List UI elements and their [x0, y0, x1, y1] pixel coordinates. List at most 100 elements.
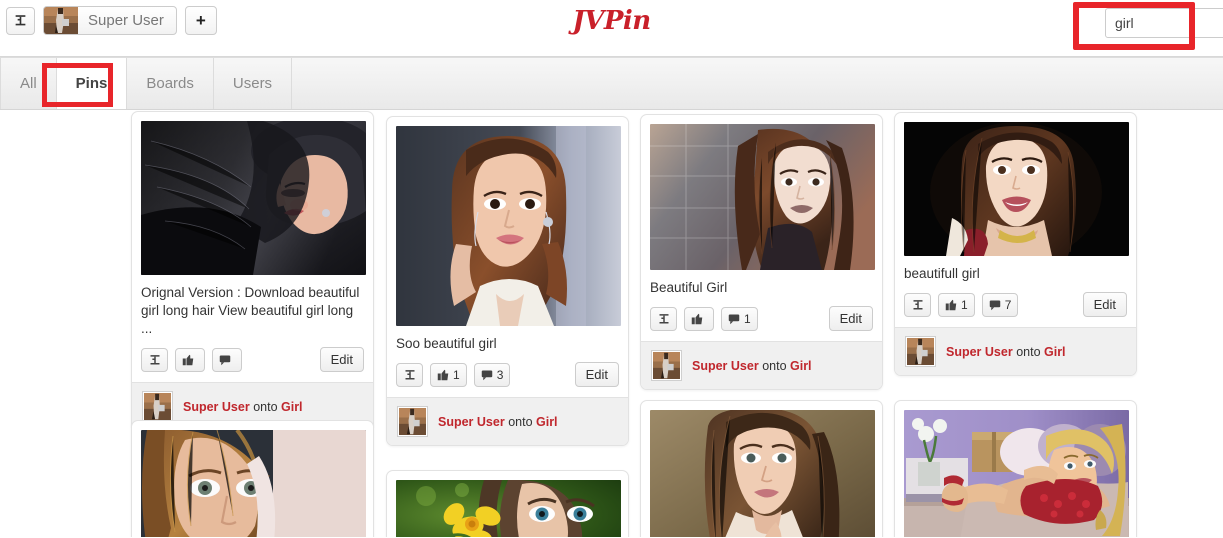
pin-actions: 1 Edit: [650, 297, 873, 341]
pin-board-name[interactable]: Girl: [281, 400, 303, 414]
pin-image[interactable]: [396, 126, 621, 326]
pin-image[interactable]: [396, 480, 621, 537]
user-menu-button[interactable]: Super User: [43, 6, 177, 35]
comment-button[interactable]: 1: [721, 306, 758, 331]
pin-attribution: Super User onto Girl: [183, 400, 303, 414]
pin-card-body: [895, 401, 1136, 537]
pin-author[interactable]: Super User: [692, 359, 759, 373]
pin-title: beautifull girl: [904, 266, 980, 281]
comment-count: 3: [496, 367, 504, 382]
thumbs-up-icon: [437, 369, 449, 381]
edit-button[interactable]: Edit: [1082, 292, 1127, 317]
thumbs-up-icon: [945, 299, 957, 311]
pushpin-icon: [658, 313, 670, 325]
pin-card[interactable]: [386, 470, 629, 537]
pin-actions: 1 3 Edit: [396, 353, 619, 397]
tab-users[interactable]: Users: [214, 58, 293, 109]
pin-board-name[interactable]: Girl: [536, 415, 558, 429]
thumbs-up-icon: [691, 313, 703, 325]
pin-title: Beautiful Girl: [650, 280, 728, 295]
tab-all[interactable]: All: [0, 58, 57, 109]
repin-button[interactable]: [650, 306, 677, 331]
pin-image[interactable]: [650, 124, 875, 270]
pin-card-body: Soo beautiful girl 1 3 Edit: [387, 117, 628, 397]
pin-board-name[interactable]: Girl: [790, 359, 812, 373]
pin-card[interactable]: [894, 400, 1137, 537]
add-pin-button[interactable]: +: [184, 6, 217, 35]
pin-card[interactable]: Orignal Version : Download beautiful gir…: [131, 111, 374, 431]
comment-count: 7: [1004, 297, 1012, 312]
like-button[interactable]: [175, 347, 205, 372]
pushpin-icon: [149, 354, 161, 366]
comment-icon: [989, 299, 1001, 311]
avatar: [905, 336, 936, 367]
comment-icon: [728, 313, 740, 325]
onto-label: onto: [1016, 344, 1044, 359]
pin-board-name[interactable]: Girl: [1044, 345, 1066, 359]
pin-image[interactable]: [904, 410, 1129, 537]
search-container: [1105, 8, 1223, 38]
like-count: 1: [453, 367, 460, 382]
comment-button[interactable]: 3: [473, 362, 511, 387]
comment-button[interactable]: 7: [981, 292, 1019, 317]
pin-card[interactable]: [131, 420, 374, 537]
pin-card-body: Beautiful Girl 1 Edit: [641, 115, 882, 341]
tab-boards[interactable]: Boards: [127, 58, 214, 109]
onto-label: onto: [253, 399, 281, 414]
pin-button[interactable]: [6, 6, 35, 35]
like-button[interactable]: 1: [938, 292, 975, 317]
pushpin-icon: [14, 14, 27, 27]
onto-label: onto: [762, 358, 790, 373]
like-button[interactable]: [684, 306, 714, 331]
search-input[interactable]: [1105, 8, 1223, 38]
pin-attribution: Super User onto Girl: [438, 415, 558, 429]
pin-image[interactable]: [141, 430, 366, 537]
pin-author[interactable]: Super User: [183, 400, 250, 414]
pin-card[interactable]: [640, 400, 883, 537]
like-button[interactable]: 1: [430, 362, 467, 387]
avatar: [651, 350, 682, 381]
edit-button[interactable]: Edit: [574, 362, 619, 387]
pin-image[interactable]: [141, 121, 366, 275]
pin-actions: 1 7 Edit: [904, 283, 1127, 327]
pin-card[interactable]: Soo beautiful girl 1 3 Edit Super User o…: [386, 116, 629, 446]
pin-image[interactable]: [904, 122, 1129, 256]
pin-card-body: [132, 421, 373, 537]
pin-footer: Super User onto Girl: [387, 397, 628, 445]
comment-count: 1: [744, 311, 751, 326]
edit-button[interactable]: Edit: [319, 347, 364, 372]
thumbs-up-icon: [182, 354, 194, 366]
pin-card-body: beautifull girl 1 7 Edit: [895, 113, 1136, 327]
comment-button[interactable]: [212, 347, 242, 372]
pin-card-body: [641, 401, 882, 537]
avatar: [142, 391, 173, 422]
pushpin-icon: [912, 299, 924, 311]
tab-pins[interactable]: Pins: [56, 58, 128, 109]
repin-button[interactable]: [904, 292, 931, 317]
pin-card[interactable]: Beautiful Girl 1 Edit Super User onto Gi…: [640, 114, 883, 390]
edit-button[interactable]: Edit: [828, 306, 873, 331]
like-count: 1: [961, 297, 968, 312]
repin-button[interactable]: [396, 362, 423, 387]
comment-icon: [219, 354, 231, 366]
user-name-label: Super User: [88, 12, 164, 29]
pin-footer: Super User onto Girl: [641, 341, 882, 389]
pin-actions: Edit: [141, 338, 364, 382]
pin-attribution: Super User onto Girl: [946, 345, 1066, 359]
nav-tabs: All Pins Boards Users: [0, 57, 1223, 110]
header-left-toolbar: Super User +: [6, 6, 217, 35]
pins-grid: Orignal Version : Download beautiful gir…: [0, 110, 1223, 537]
repin-button[interactable]: [141, 347, 168, 372]
pin-image[interactable]: [650, 410, 875, 537]
pin-author[interactable]: Super User: [438, 415, 505, 429]
pin-title: Soo beautiful girl: [396, 336, 497, 351]
top-header: Super User + JVPin: [0, 0, 1223, 57]
pin-footer: Super User onto Girl: [895, 327, 1136, 375]
pin-card[interactable]: beautifull girl 1 7 Edit Super User onto…: [894, 112, 1137, 376]
pin-attribution: Super User onto Girl: [692, 359, 812, 373]
pin-card-body: [387, 471, 628, 537]
pin-title: Orignal Version : Download beautiful gir…: [141, 285, 360, 336]
comment-icon: [481, 369, 493, 381]
avatar: [44, 7, 78, 34]
pin-author[interactable]: Super User: [946, 345, 1013, 359]
